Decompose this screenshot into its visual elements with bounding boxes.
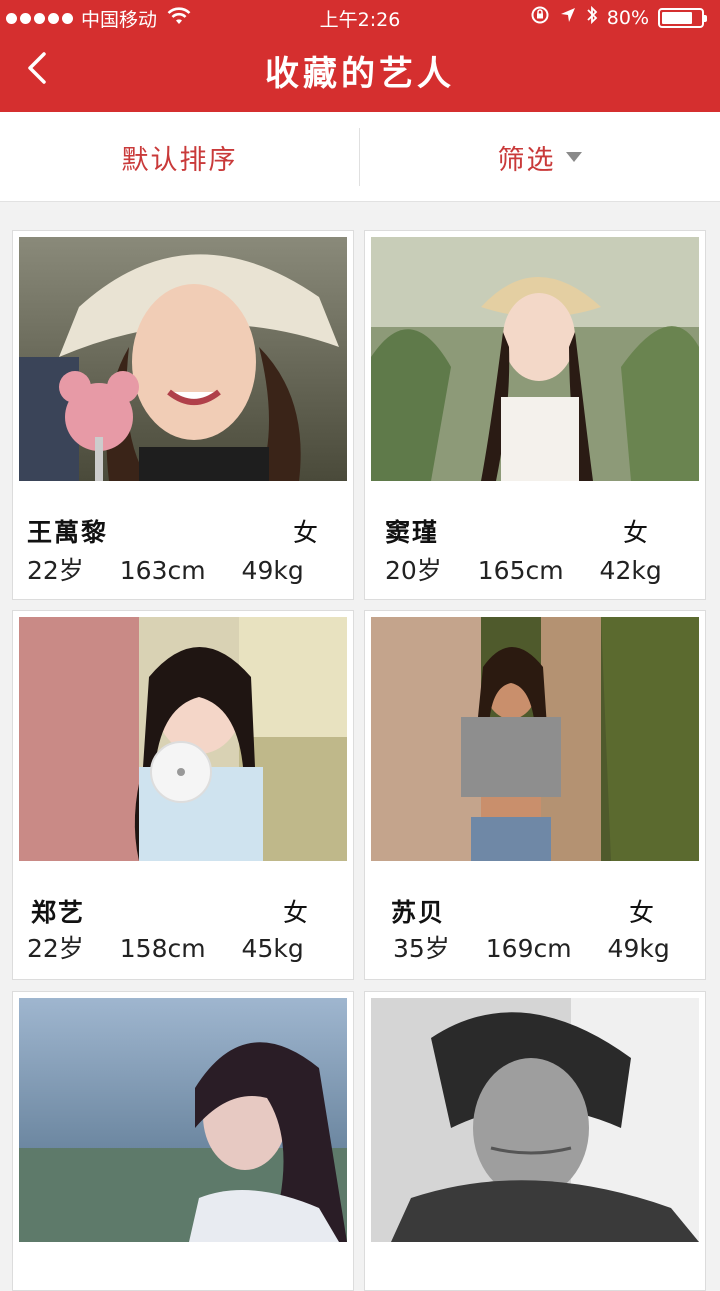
artist-gender: 女	[293, 518, 319, 547]
artist-age: 35岁	[393, 934, 450, 963]
artist-photo	[371, 237, 699, 481]
artist-height: 163cm	[119, 556, 206, 585]
artist-age: 20岁	[385, 556, 442, 585]
artist-age: 22岁	[27, 556, 84, 585]
bluetooth-icon	[586, 5, 598, 30]
artist-name: 窦瑾	[385, 518, 440, 547]
battery-percentage: 80%	[606, 6, 649, 29]
filter-label: 筛选	[497, 144, 556, 176]
artist-card[interactable]: 窦瑾 女 20岁 165cm 42kg	[364, 230, 706, 600]
artist-gender: 女	[623, 518, 649, 547]
artist-card[interactable]: 苏贝 女 35岁 169cm 49kg	[364, 610, 706, 980]
app-header: 中国移动 上午2:26 80% 收藏的艺人	[0, 0, 720, 112]
artist-photo	[371, 617, 699, 861]
artist-name: 郑艺	[31, 898, 86, 927]
artist-height: 158cm	[119, 934, 206, 963]
artist-gender: 女	[283, 898, 309, 927]
status-bar: 中国移动 上午2:26 80%	[0, 0, 720, 34]
filter-button[interactable]: 筛选	[360, 112, 719, 202]
artist-card[interactable]	[364, 991, 706, 1291]
artist-photo	[19, 237, 347, 481]
nav-bar: 收藏的艺人	[0, 34, 720, 112]
artist-height: 169cm	[485, 934, 572, 963]
artist-weight: 45kg	[241, 934, 304, 963]
location-arrow-icon	[559, 6, 577, 29]
artist-weight: 49kg	[607, 934, 670, 963]
artist-grid: 王萬黎 女 22岁 163cm 49kg 窦瑾 女 20岁 165cm 42kg…	[0, 203, 720, 1291]
artist-name: 王萬黎	[27, 518, 109, 547]
artist-photo	[19, 998, 347, 1242]
artist-weight: 49kg	[241, 556, 304, 585]
artist-card[interactable]: 王萬黎 女 22岁 163cm 49kg	[12, 230, 354, 600]
artist-name: 苏贝	[391, 898, 446, 927]
artist-card[interactable]	[12, 991, 354, 1291]
default-sort-label: 默认排序	[121, 144, 238, 176]
sort-filter-bar: 默认排序 筛选	[0, 112, 720, 202]
artist-photo	[19, 617, 347, 861]
orientation-lock-icon	[530, 5, 550, 30]
artist-photo	[371, 998, 699, 1242]
default-sort-button[interactable]: 默认排序	[0, 112, 359, 202]
artist-gender: 女	[629, 898, 655, 927]
dropdown-arrow-icon	[565, 152, 582, 162]
page-title: 收藏的艺人	[265, 54, 455, 94]
battery-icon	[658, 7, 707, 28]
artist-weight: 42kg	[599, 556, 662, 585]
artist-age: 22岁	[27, 934, 84, 963]
artist-height: 165cm	[477, 556, 564, 585]
artist-card[interactable]: 郑艺 女 22岁 158cm 45kg	[12, 610, 354, 980]
